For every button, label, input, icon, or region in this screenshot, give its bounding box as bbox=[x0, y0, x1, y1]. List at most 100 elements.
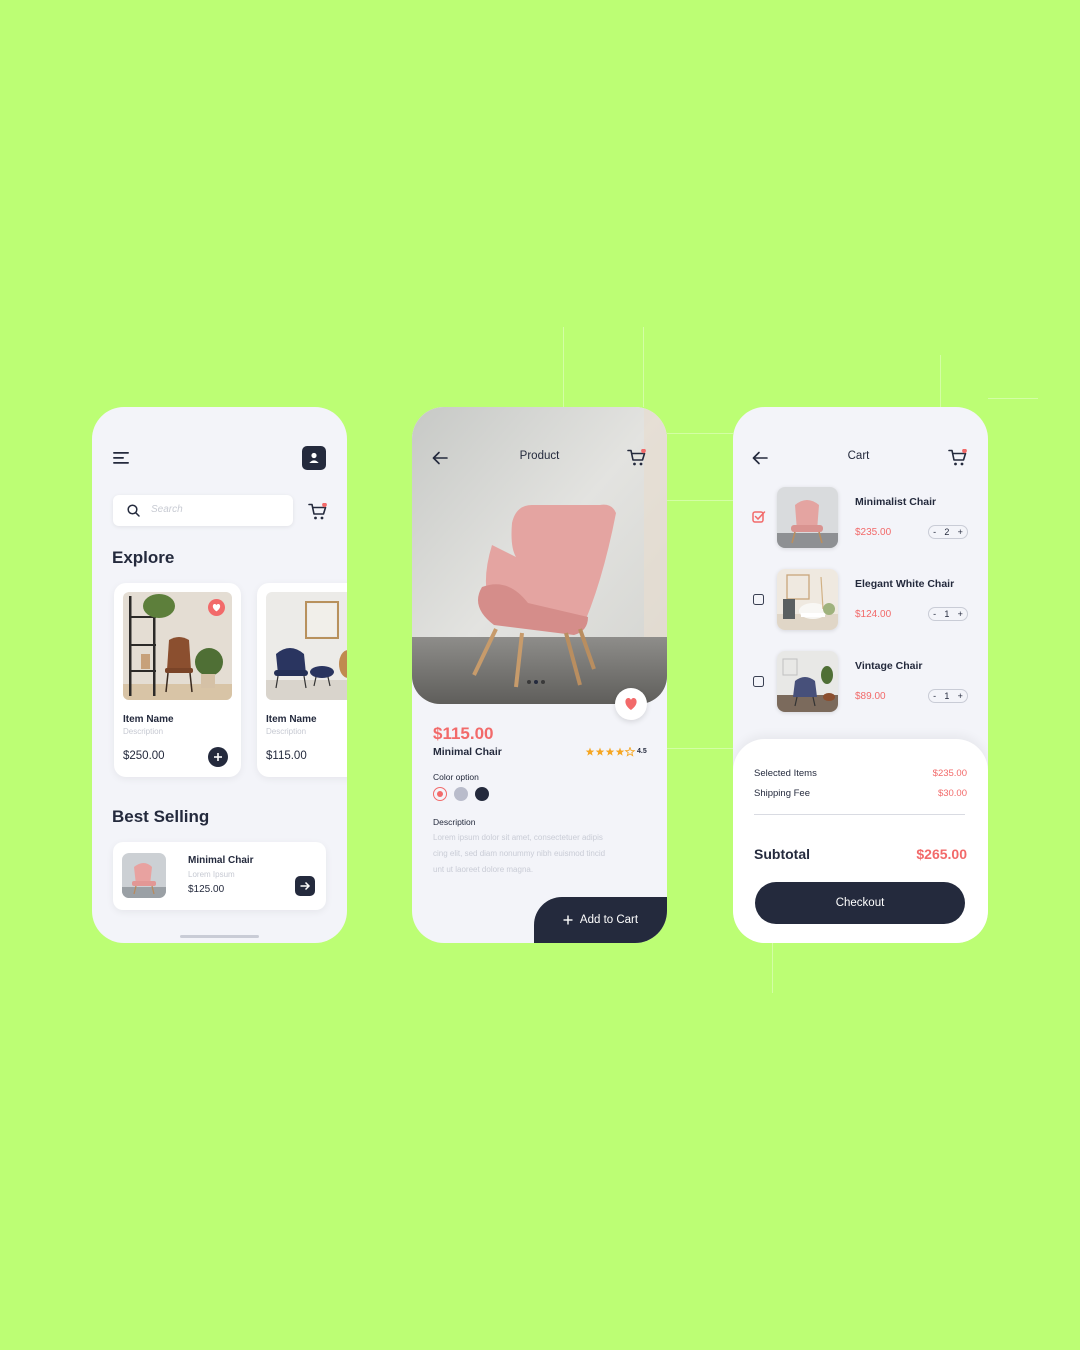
quantity-stepper[interactable]: - 2 + bbox=[928, 525, 968, 539]
item-price: $250.00 bbox=[123, 750, 165, 762]
decor-line bbox=[940, 355, 941, 407]
quantity-value: 1 bbox=[944, 609, 950, 619]
cart-button[interactable] bbox=[627, 449, 647, 467]
cart-item-checkbox[interactable] bbox=[753, 676, 764, 687]
search-input[interactable]: Search bbox=[113, 495, 293, 526]
star-icon bbox=[605, 747, 615, 756]
decor-line bbox=[667, 500, 733, 501]
best-selling-item[interactable]: Minimal Chair Lorem Ipsum $125.00 bbox=[113, 842, 326, 910]
add-to-cart-button[interactable]: Add to Cart bbox=[534, 897, 667, 943]
product-card[interactable]: Item Name Description $250.00 bbox=[114, 583, 241, 777]
product-price: $115.00 bbox=[433, 724, 494, 743]
item-name: Item Name bbox=[266, 714, 317, 725]
product-image bbox=[266, 592, 347, 700]
cart-icon bbox=[948, 449, 967, 466]
cart-item-price: $124.00 bbox=[855, 609, 892, 620]
plus-icon bbox=[214, 753, 222, 761]
best-selling-description: Lorem Ipsum bbox=[188, 870, 235, 879]
selected-items-label: Selected Items bbox=[754, 768, 817, 779]
screen-title: Cart bbox=[847, 450, 870, 462]
cart-item-price: $89.00 bbox=[855, 691, 886, 702]
cart-item-price: $235.00 bbox=[855, 527, 892, 538]
best-selling-name: Minimal Chair bbox=[188, 855, 254, 866]
cart-item-checkbox[interactable] bbox=[753, 594, 764, 605]
rating-stars bbox=[585, 747, 637, 757]
cart-button[interactable] bbox=[948, 449, 968, 467]
cart-item-image bbox=[777, 569, 838, 630]
favorite-button[interactable] bbox=[615, 688, 647, 720]
arrow-right-icon bbox=[300, 881, 311, 891]
description-line: Lorem ipsum dolor sit amet, consectetuer… bbox=[433, 833, 603, 842]
favorite-button[interactable] bbox=[208, 599, 225, 616]
product-card[interactable]: Item Name Description $115.00 bbox=[257, 583, 347, 777]
decor-line bbox=[667, 748, 733, 749]
add-to-cart-label: Add to Cart bbox=[579, 914, 639, 926]
cart-button[interactable] bbox=[308, 503, 328, 521]
menu-icon[interactable] bbox=[113, 452, 131, 464]
increment-button[interactable]: + bbox=[958, 691, 963, 701]
best-selling-price: $125.00 bbox=[188, 884, 225, 895]
cart-item-checkbox[interactable] bbox=[752, 510, 766, 524]
color-swatch-red[interactable] bbox=[433, 787, 447, 801]
cart-item-image bbox=[777, 487, 838, 548]
item-price: $115.00 bbox=[266, 750, 307, 762]
increment-button[interactable]: + bbox=[958, 527, 963, 537]
best-selling-image bbox=[122, 853, 166, 898]
cart-item-name: Elegant White Chair bbox=[855, 578, 955, 590]
item-name: Item Name bbox=[123, 714, 174, 725]
profile-button[interactable] bbox=[302, 446, 326, 470]
product-screen: Product $115.00 Minimal Chair 4.5 Color … bbox=[412, 407, 667, 943]
quantity-stepper[interactable]: - 1 + bbox=[928, 607, 968, 621]
decor-line bbox=[772, 943, 773, 993]
product-name: Minimal Chair bbox=[433, 746, 502, 758]
description-line: unt ut laoreet dolore magna. bbox=[433, 865, 534, 874]
item-description: Description bbox=[123, 727, 164, 736]
increment-button[interactable]: + bbox=[958, 609, 963, 619]
checkout-label: Checkout bbox=[835, 897, 885, 909]
cart-item-image bbox=[777, 651, 838, 712]
cart-item-name: Minimalist Chair bbox=[855, 496, 937, 508]
heart-icon bbox=[625, 698, 637, 710]
star-icon bbox=[585, 747, 595, 756]
shipping-fee-value: $30.00 bbox=[937, 788, 967, 799]
decrement-button[interactable]: - bbox=[933, 691, 936, 701]
color-swatch-gray[interactable] bbox=[454, 787, 468, 801]
decor-line bbox=[988, 398, 1038, 399]
item-description: Description bbox=[266, 727, 307, 736]
add-item-button[interactable] bbox=[208, 747, 228, 767]
decrement-button[interactable]: - bbox=[933, 527, 936, 537]
rating-value: 4.5 bbox=[637, 748, 647, 755]
shipping-fee-label: Shipping Fee bbox=[754, 788, 810, 799]
decor-line bbox=[563, 327, 564, 407]
best-selling-title: Best Selling bbox=[112, 807, 210, 826]
cart-icon bbox=[627, 449, 646, 466]
subtotal-label: Subtotal bbox=[754, 846, 810, 862]
decrement-button[interactable]: - bbox=[933, 609, 936, 619]
cart-item-name: Vintage Chair bbox=[855, 660, 923, 672]
star-icon bbox=[624, 747, 636, 757]
cart-icon bbox=[308, 503, 327, 520]
checkbox-icon bbox=[752, 511, 766, 523]
subtotal-value: $265.00 bbox=[916, 846, 967, 862]
color-option-label: Color option bbox=[433, 772, 479, 782]
quantity-value: 1 bbox=[944, 691, 950, 701]
plus-icon bbox=[563, 915, 573, 925]
quantity-value: 2 bbox=[944, 527, 950, 537]
user-icon bbox=[309, 452, 319, 463]
summary-divider bbox=[754, 814, 965, 815]
quantity-stepper[interactable]: - 1 + bbox=[928, 689, 968, 703]
star-icon bbox=[595, 747, 605, 756]
decor-line bbox=[667, 433, 733, 434]
selected-items-value: $235.00 bbox=[932, 768, 967, 779]
star-icon bbox=[615, 747, 625, 756]
heart-icon bbox=[212, 604, 221, 612]
home-indicator bbox=[180, 935, 259, 938]
color-swatch-navy[interactable] bbox=[475, 787, 489, 801]
search-placeholder: Search bbox=[151, 504, 183, 515]
checkout-button[interactable]: Checkout bbox=[755, 882, 965, 924]
open-item-button[interactable] bbox=[295, 876, 315, 896]
decor-line bbox=[643, 327, 644, 407]
description-line: cing elit, sed diam nonummy nibh euismod… bbox=[433, 849, 606, 858]
description-label: Description bbox=[433, 817, 476, 827]
search-icon bbox=[127, 504, 140, 517]
